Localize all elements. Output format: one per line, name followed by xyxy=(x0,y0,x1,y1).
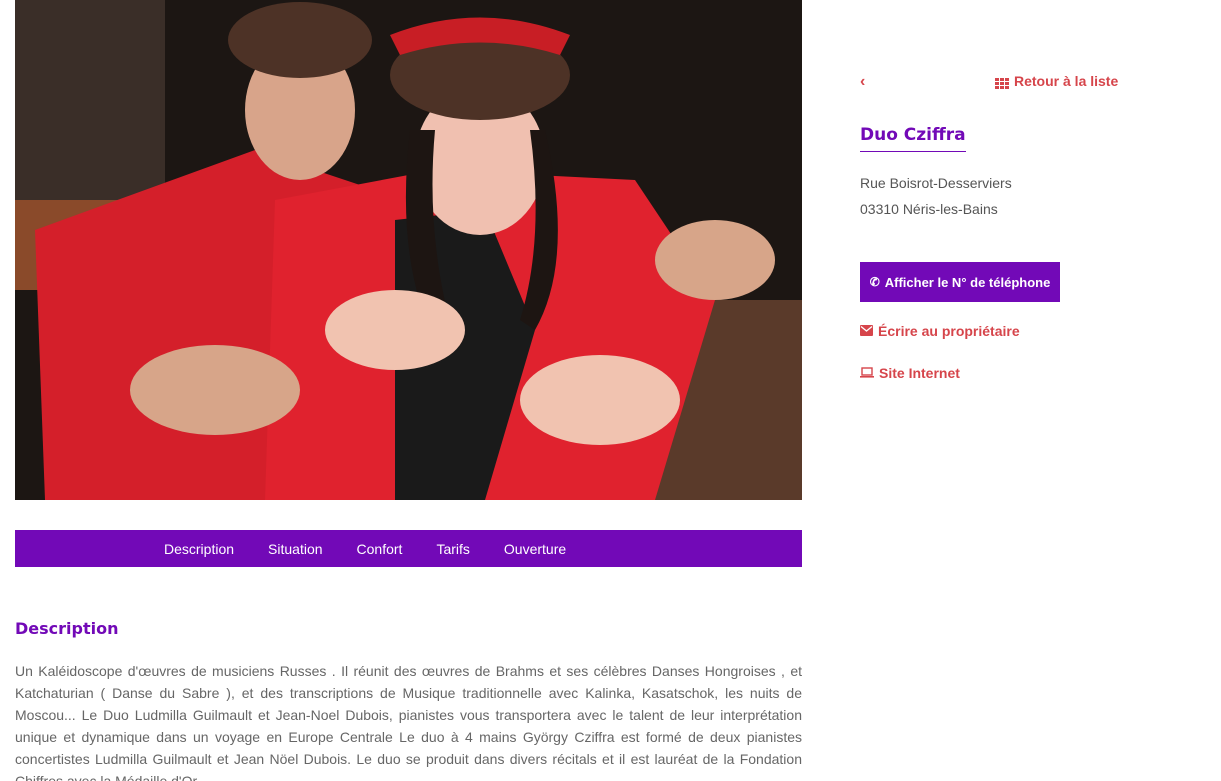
phone-icon: ✆ xyxy=(869,275,880,289)
previous-arrow-icon[interactable]: ‹ xyxy=(860,73,865,91)
section-tab-bar: Description Situation Confort Tarifs Ouv… xyxy=(15,530,802,567)
show-phone-label: Afficher le N° de téléphone xyxy=(884,274,1051,290)
website-label: Site Internet xyxy=(879,365,960,381)
email-owner-link[interactable]: Écrire au propriétaire xyxy=(860,323,1020,339)
tab-ouverture[interactable]: Ouverture xyxy=(504,541,566,557)
envelope-icon xyxy=(860,323,873,339)
tab-confort[interactable]: Confort xyxy=(357,541,403,557)
listing-title: Duo Cziffra xyxy=(860,125,966,152)
listing-photo xyxy=(15,0,802,500)
address-city: 03310 Néris-les-Bains xyxy=(860,201,998,217)
tab-description[interactable]: Description xyxy=(164,541,234,557)
back-to-list-link[interactable]: Retour à la liste xyxy=(995,73,1118,89)
address-street: Rue Boisrot-Desserviers xyxy=(860,175,1012,191)
grid-icon xyxy=(995,76,1009,89)
show-phone-button[interactable]: ✆ Afficher le N° de téléphone xyxy=(860,262,1060,302)
website-link[interactable]: Site Internet xyxy=(860,365,960,381)
description-heading: Description xyxy=(15,619,119,638)
laptop-icon xyxy=(860,365,874,381)
tab-tarifs[interactable]: Tarifs xyxy=(436,541,469,557)
email-owner-label: Écrire au propriétaire xyxy=(878,323,1020,339)
description-text: Un Kaléidoscope d'œuvres de musiciens Ru… xyxy=(15,663,802,781)
tab-situation[interactable]: Situation xyxy=(268,541,322,557)
back-to-list-label: Retour à la liste xyxy=(1014,73,1119,89)
